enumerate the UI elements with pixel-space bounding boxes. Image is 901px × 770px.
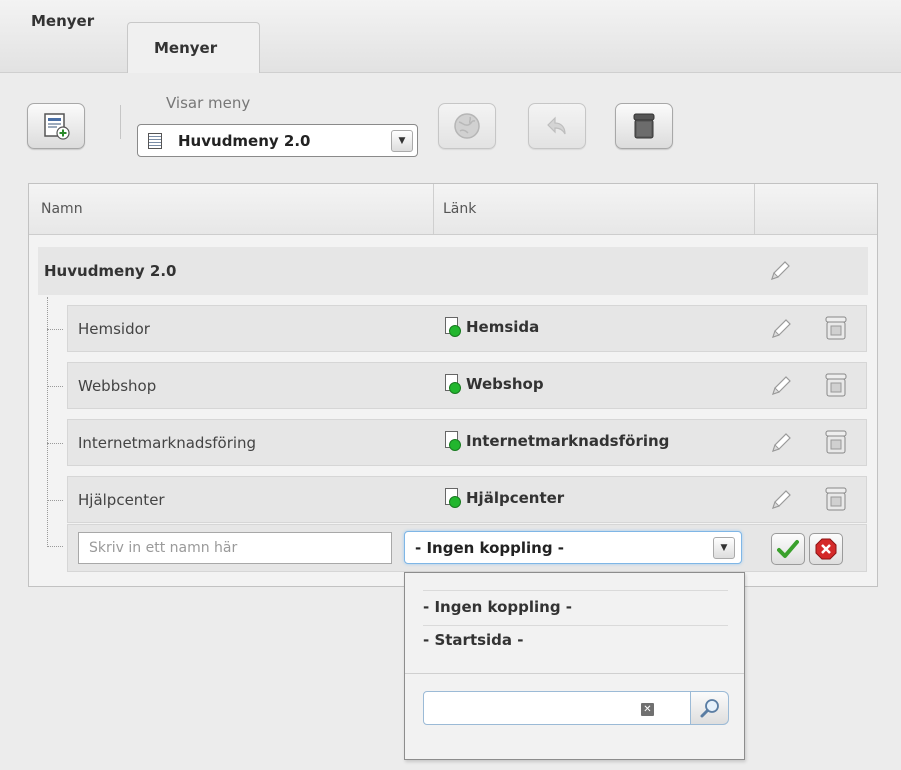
table-row[interactable]: Hjälpcenter Hjälpcenter (67, 476, 867, 523)
tree-connector (47, 386, 63, 387)
new-menu-button[interactable] (27, 103, 85, 149)
tab-menyer-active-label: Menyer (154, 39, 218, 57)
dropdown-option[interactable]: - Startsida - (423, 631, 524, 649)
row-link[interactable]: Internetmarknadsföring (445, 431, 713, 451)
root-menu-name: Huvudmeny 2.0 (44, 262, 177, 280)
dropdown-divider (423, 590, 728, 591)
row-name: Webbshop (78, 377, 157, 395)
pencil-icon[interactable] (769, 374, 793, 398)
menu-select[interactable]: Huvudmeny 2.0 ▼ (137, 124, 418, 157)
undo-button[interactable] (528, 103, 586, 149)
table-header: Namn Länk (29, 184, 877, 235)
page-icon (445, 431, 461, 451)
dropdown-divider (405, 673, 744, 674)
chevron-down-icon[interactable]: ▼ (391, 130, 413, 152)
trash-icon[interactable] (824, 486, 848, 512)
publish-button[interactable] (438, 103, 496, 149)
chevron-down-icon[interactable]: ▼ (713, 537, 735, 559)
row-link-label: Webshop (466, 375, 544, 393)
menu-select-value: Huvudmeny 2.0 (178, 132, 311, 150)
root-menu-row[interactable]: Huvudmeny 2.0 (38, 247, 868, 295)
row-link[interactable]: Hjälpcenter (445, 488, 713, 508)
tree-connector (47, 443, 63, 444)
row-name: Internetmarknadsföring (78, 434, 257, 452)
column-header-link[interactable]: Länk (443, 201, 476, 217)
table-row[interactable]: Webbshop Webshop (67, 362, 867, 409)
row-name: Hjälpcenter (78, 491, 165, 509)
row-link-label: Hjälpcenter (466, 489, 565, 507)
clear-icon[interactable]: ✕ (641, 703, 654, 716)
trash-icon[interactable] (824, 315, 848, 341)
tree-connector (47, 500, 63, 501)
page-icon (445, 488, 461, 508)
column-divider (433, 184, 434, 234)
tab-menyer-active[interactable]: Menyer (127, 22, 260, 73)
new-menu-item-row: - Ingen koppling - ▼ (67, 524, 867, 572)
toolbar-separator (120, 105, 121, 139)
row-name: Hemsidor (78, 320, 150, 338)
link-select[interactable]: - Ingen koppling - ▼ (404, 531, 742, 564)
showing-menu-label: Visar meny (166, 94, 251, 112)
column-header-name[interactable]: Namn (41, 201, 83, 217)
checkmark-icon (777, 540, 799, 558)
page-icon (445, 374, 461, 394)
tab-menyer-label[interactable]: Menyer (31, 12, 94, 30)
column-divider (754, 184, 755, 234)
search-button[interactable] (691, 691, 729, 725)
tree-connector (47, 329, 63, 330)
tab-bar: Menyer Menyer (0, 0, 901, 73)
cancel-button[interactable] (809, 533, 843, 565)
row-link[interactable]: Hemsida (445, 317, 713, 337)
undo-icon (547, 116, 566, 135)
table-row[interactable]: Internetmarknadsföring Internetmarknadsf… (67, 419, 867, 466)
menu-doc-icon (148, 133, 162, 149)
pencil-icon[interactable] (768, 259, 792, 283)
dropdown-option[interactable]: - Ingen koppling - (423, 598, 572, 616)
table-row[interactable]: Hemsidor Hemsida (67, 305, 867, 352)
row-link[interactable]: Webshop (445, 374, 713, 394)
dropdown-divider (423, 625, 728, 626)
link-dropdown: - Ingen koppling - - Startsida - ✕ (404, 572, 745, 760)
toolbar: Visar meny Huvudmeny 2.0 ▼ (0, 73, 901, 173)
trash-icon[interactable] (824, 429, 848, 455)
tree-line (47, 297, 48, 545)
menu-table: Namn Länk Huvudmeny 2.0 Hemsidor Hemsida (28, 183, 878, 587)
trash-icon[interactable] (824, 372, 848, 398)
link-select-value: - Ingen koppling - (415, 539, 565, 557)
search-icon (700, 699, 719, 718)
tree-connector (47, 546, 63, 547)
confirm-button[interactable] (771, 533, 805, 565)
row-link-label: Hemsida (466, 318, 540, 336)
pencil-icon[interactable] (769, 488, 793, 512)
globe-icon (454, 113, 480, 139)
pencil-icon[interactable] (769, 431, 793, 455)
new-menu-icon (44, 113, 70, 140)
page-icon (445, 317, 461, 337)
row-link-label: Internetmarknadsföring (466, 432, 670, 450)
delete-menu-button[interactable] (615, 103, 673, 149)
close-icon (815, 538, 837, 560)
item-name-input[interactable] (78, 532, 392, 564)
trash-icon (633, 113, 655, 139)
pencil-icon[interactable] (769, 317, 793, 341)
